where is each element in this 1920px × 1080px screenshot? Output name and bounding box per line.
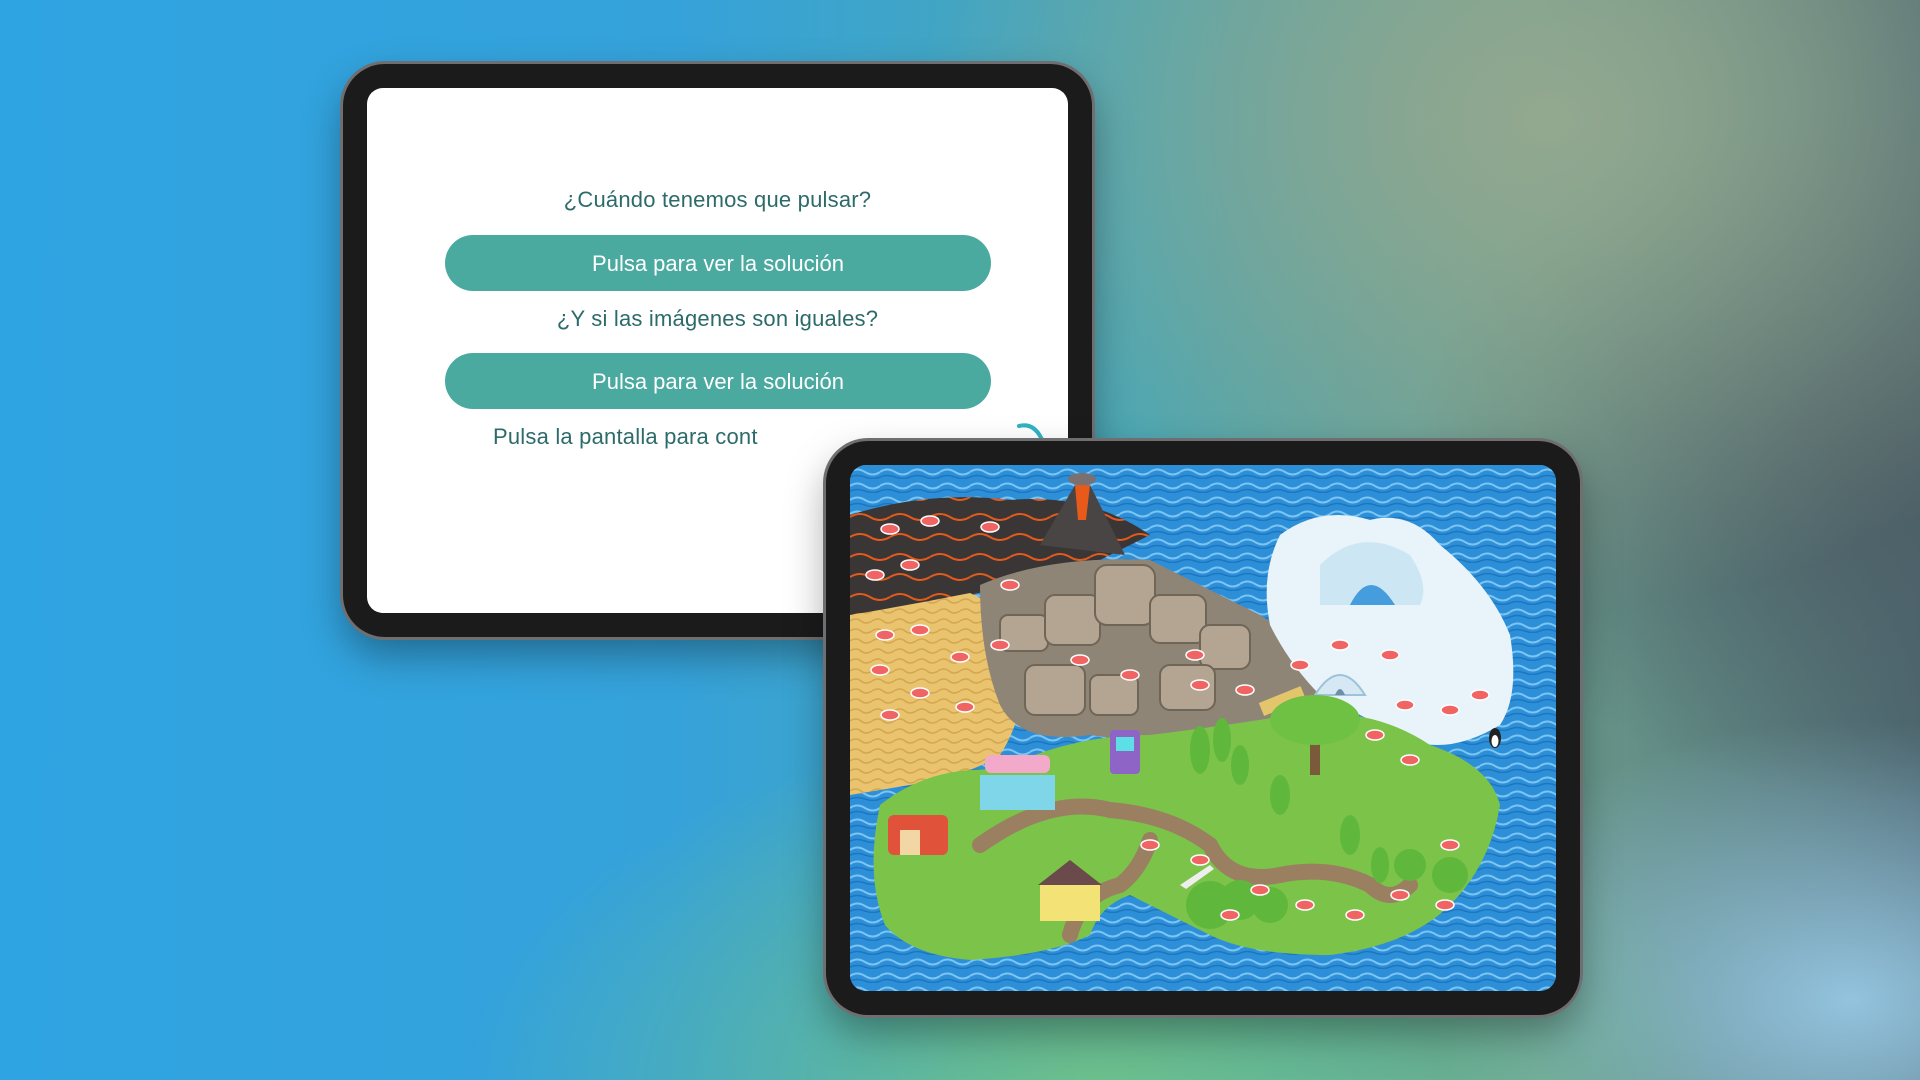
arcade-icon [1110,730,1140,774]
continue-hint: Pulsa la pantalla para cont [493,424,758,449]
tablet-front [826,441,1580,1015]
penguin-icon [1489,728,1501,748]
barn-icon [888,815,948,855]
question-when-tap: ¿Cuándo tenemos que pulsar? [563,187,872,212]
dumbbell-sign-icon [980,755,1055,810]
show-solution-button-1[interactable]: Pulsa para ver la solución [445,235,991,291]
game-map[interactable] [850,465,1556,991]
game-map-screen[interactable] [850,465,1556,991]
show-solution-button-2[interactable]: Pulsa para ver la solución [445,353,991,409]
question-images-equal: ¿Y si las imágenes son iguales? [556,306,879,331]
